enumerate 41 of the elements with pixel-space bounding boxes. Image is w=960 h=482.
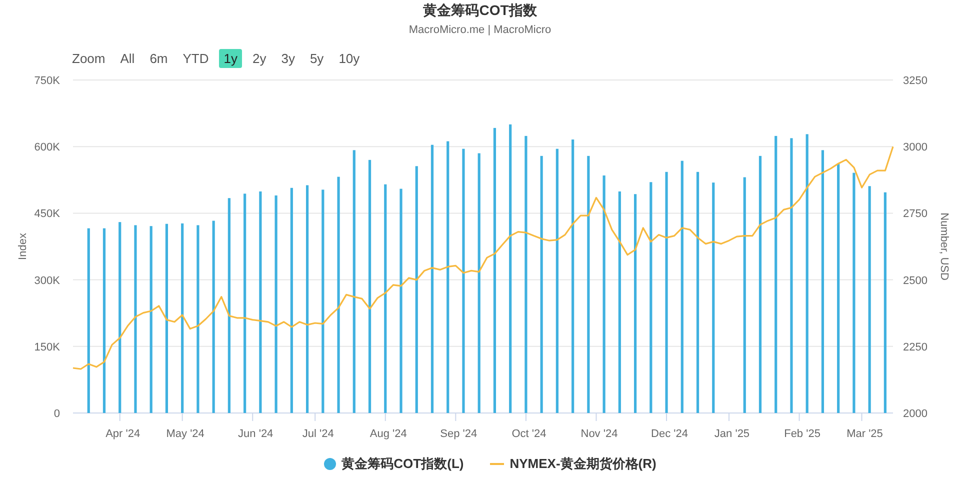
range-button[interactable]: 1y [218, 48, 242, 68]
axis-label: 2000 [903, 408, 928, 420]
axis-label: 2750 [903, 208, 928, 220]
range-button[interactable]: YTD [178, 48, 214, 68]
axis-label: Oct '24 [512, 428, 546, 440]
axis-title: Number, USD [938, 212, 950, 280]
axis-label: 3000 [903, 142, 928, 154]
axis-title: Index [17, 233, 29, 260]
axis-label: Sep '24 [440, 428, 478, 440]
axis-label: Jul '24 [302, 428, 334, 440]
axis-label: 300K [34, 274, 60, 287]
axis-label: Nov '24 [580, 428, 618, 440]
chart-title: 黄金筹码COT指数 [423, 1, 537, 20]
legend-item[interactable]: 黄金筹码COT指数(L) [324, 454, 464, 472]
legend-item[interactable]: NYMEX-黄金期货价格(R) [490, 454, 656, 472]
axis-label: Apr '24 [106, 428, 140, 440]
range-button[interactable]: 2y [247, 48, 272, 68]
range-button[interactable]: 10y [334, 48, 365, 68]
axis-label: Jan '25 [714, 428, 750, 440]
axis-label: 0 [54, 408, 60, 420]
axis-label: 2500 [903, 274, 928, 287]
range-button[interactable]: All [115, 48, 140, 68]
range-button[interactable]: 5y [304, 48, 329, 68]
axis-label: 2250 [903, 341, 928, 354]
zoom-label: Zoom [72, 50, 106, 66]
axis-label: May '24 [166, 428, 204, 440]
axis-label: 600K [34, 142, 60, 154]
axis-label: 750K [34, 75, 60, 87]
axis-label: 450K [34, 208, 60, 220]
chart-subtitle: MacroMicro.me | MacroMicro [408, 23, 552, 38]
legend-line-icon [490, 462, 504, 464]
axis-label: 150K [34, 341, 60, 354]
range-button[interactable]: 3y [276, 48, 300, 68]
axis-label: Aug '24 [370, 428, 407, 440]
axis-label: 3250 [903, 75, 928, 87]
axis-label: Mar '25 [846, 428, 883, 440]
range-button[interactable]: 6m [144, 48, 173, 68]
axis-label: Jun '24 [238, 428, 274, 440]
legend-dot-icon [324, 458, 336, 470]
axis-label: Dec '24 [651, 428, 688, 440]
axis-label: Feb '25 [784, 428, 820, 440]
